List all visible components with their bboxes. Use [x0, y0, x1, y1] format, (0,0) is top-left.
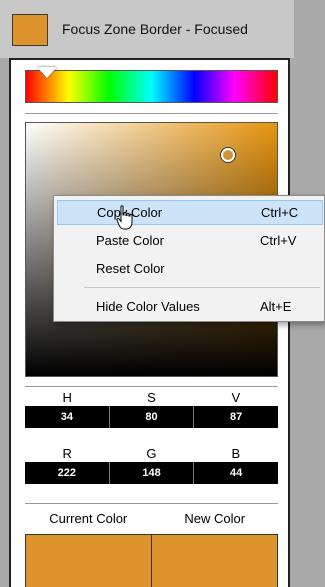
g-label: G [146, 446, 157, 461]
menu-separator [84, 287, 320, 288]
menu-item-label: Hide Color Values [96, 299, 200, 314]
hue-slider[interactable] [25, 70, 278, 103]
menu-item-label: Reset Color [96, 261, 165, 276]
title-color-swatch [12, 14, 48, 46]
menu-item-shortcut: Alt+E [260, 299, 292, 314]
divider [25, 386, 278, 387]
r-value-field[interactable]: 222 [25, 462, 110, 484]
hsv-values: H S V 34 80 87 [25, 389, 279, 428]
rgb-values: R G B 222 148 44 [25, 445, 279, 484]
window-title: Focus Zone Border - Focused [62, 21, 248, 37]
new-color-label: New Color [184, 511, 246, 526]
color-compare-labels: Current Color New Color [25, 511, 278, 526]
context-menu: Copy Color Ctrl+C Paste Color Ctrl+V Res… [53, 195, 325, 322]
h-value-field[interactable]: 34 [25, 406, 110, 428]
title-bar: Focus Zone Border - Focused [0, 0, 294, 58]
divider [25, 113, 278, 114]
b-label: B [231, 446, 241, 461]
color-compare-swatches [25, 534, 278, 587]
menu-item-hide-color-values[interactable]: Hide Color Values Alt+E [57, 294, 323, 319]
menu-item-label: Paste Color [96, 233, 164, 248]
v-value-field[interactable]: 87 [194, 406, 279, 428]
new-color-swatch[interactable] [152, 535, 277, 587]
sv-marker-icon[interactable] [221, 148, 235, 162]
current-color-swatch[interactable] [26, 535, 152, 587]
menu-item-shortcut: Ctrl+C [261, 205, 299, 220]
s-value-field[interactable]: 80 [109, 406, 195, 428]
divider [25, 503, 278, 504]
menu-item-reset-color[interactable]: Reset Color [57, 256, 323, 281]
hand-pointer-icon [116, 205, 133, 230]
color-picker-window: Focus Zone Border - Focused H S V 34 80 … [0, 0, 325, 587]
v-label: V [231, 390, 241, 405]
current-color-label: Current Color [49, 511, 128, 526]
menu-item-shortcut: Ctrl+V [260, 233, 297, 248]
menu-item-paste-color[interactable]: Paste Color Ctrl+V [57, 228, 323, 253]
h-label: H [62, 390, 72, 405]
b-value-field[interactable]: 44 [194, 462, 279, 484]
r-label: R [62, 446, 72, 461]
s-label: S [147, 390, 156, 405]
g-value-field[interactable]: 148 [109, 462, 195, 484]
menu-item-copy-color[interactable]: Copy Color Ctrl+C [57, 200, 323, 225]
hue-marker-icon[interactable] [37, 67, 57, 78]
